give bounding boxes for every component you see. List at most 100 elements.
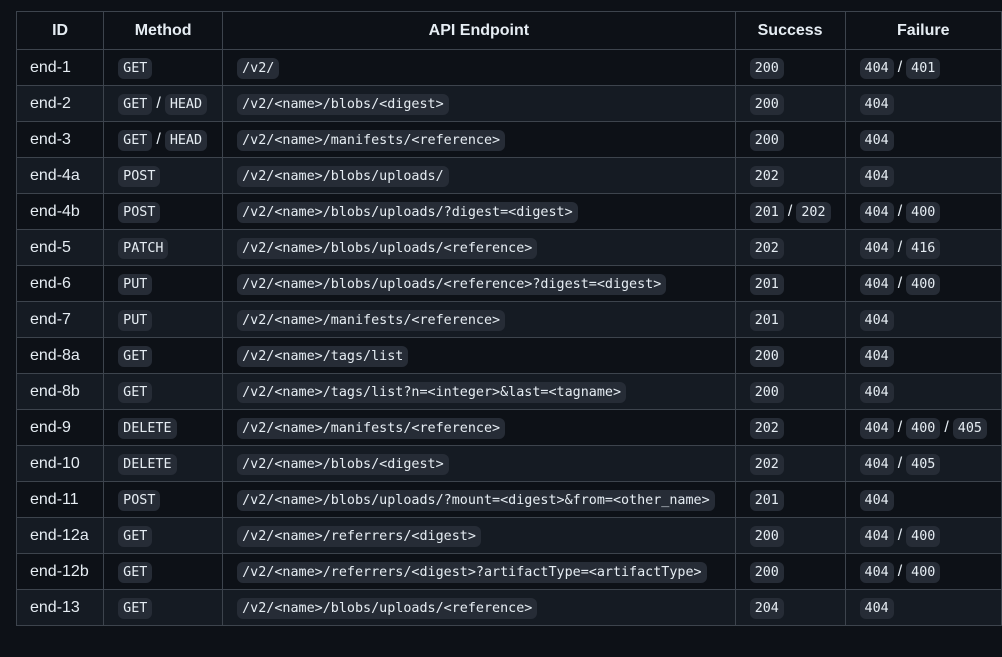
endpoint-id: end-5 (15, 229, 105, 266)
success-cell: 200 (734, 49, 846, 86)
endpoint-path: /v2/ (237, 57, 280, 79)
endpoint-path: /v2/<name>/blobs/uploads/?digest=<digest… (237, 201, 578, 223)
endpoint-table-container: ID Method API Endpoint Success Failure e… (15, 11, 1002, 626)
failure-cell: 404 (844, 481, 1002, 518)
failure-cell: 404/401 (844, 49, 1002, 86)
endpoint-cell: /v2/ (222, 49, 736, 86)
separator: / (897, 418, 903, 436)
failure-code: 404 (859, 525, 894, 547)
method-cell: POST (103, 193, 224, 230)
failure-code: 400 (906, 273, 941, 295)
endpoint-id: end-4b (15, 193, 105, 230)
table-row: end-2 GET / HEAD/v2/<name>/blobs/<digest> 20… (15, 85, 1002, 122)
failure-code: 416 (906, 237, 941, 259)
endpoint-id: end-7 (15, 301, 105, 338)
header-api-endpoint: API Endpoint (222, 11, 736, 50)
failure-code: 404 (859, 489, 894, 511)
method-code: GET (118, 345, 153, 367)
header-success: Success (734, 11, 846, 50)
endpoint-table: ID Method API Endpoint Success Failure e… (15, 11, 1002, 626)
endpoint-cell: /v2/<name>/tags/list?n=<integer>&last=<t… (222, 373, 736, 410)
success-cell: 200 (734, 553, 846, 590)
method-code: GET (118, 597, 153, 619)
failure-cell: 404 (844, 373, 1002, 410)
method-cell: GET / HEAD (103, 121, 224, 158)
success-code: 200 (749, 561, 784, 583)
success-cell: 204 (734, 589, 846, 626)
table-row: end-10 DELETE/v2/<name>/blobs/<digest> 202… (15, 445, 1002, 482)
endpoint-cell: /v2/<name>/blobs/<digest> (222, 445, 736, 482)
failure-code: 404 (859, 345, 894, 367)
endpoint-path: /v2/<name>/blobs/uploads/<reference> (237, 597, 538, 619)
success-code: 201 (749, 489, 784, 511)
failure-cell: 404 (844, 157, 1002, 194)
failure-cell: 404/400 (844, 517, 1002, 554)
method-code: GET (118, 129, 153, 151)
endpoint-id: end-8a (15, 337, 105, 374)
table-row: end-8a GET/v2/<name>/tags/list 200 404 (15, 337, 1002, 374)
failure-code: 404 (859, 201, 894, 223)
success-cell: 200 (734, 517, 846, 554)
failure-code: 400 (906, 525, 941, 547)
success-code: 202 (796, 201, 831, 223)
method-cell: GET / HEAD (103, 85, 224, 122)
endpoint-id: end-1 (15, 49, 105, 86)
success-cell: 201/202 (734, 193, 846, 230)
table-row: end-1 GET/v2/200 404/401 (15, 49, 1002, 86)
endpoint-cell: /v2/<name>/referrers/<digest> (222, 517, 736, 554)
method-cell: DELETE (103, 445, 224, 482)
success-cell: 201 (734, 481, 846, 518)
failure-cell: 404 (844, 85, 1002, 122)
method-code: GET (118, 381, 153, 403)
table-row: end-6 PUT/v2/<name>/blobs/uploads/<refere… (15, 265, 1002, 302)
endpoint-cell: /v2/<name>/blobs/<digest> (222, 85, 736, 122)
success-code: 201 (749, 201, 784, 223)
failure-code: 404 (859, 129, 894, 151)
table-body: end-1 GET/v2/200 404/401 end-2 GET / HEAD/v2/<… (15, 49, 1002, 626)
separator: / (897, 562, 903, 580)
method-code: GET (118, 93, 153, 115)
table-row: end-4b POST/v2/<name>/blobs/uploads/?dige… (15, 193, 1002, 230)
failure-code: 400 (906, 417, 941, 439)
success-code: 201 (749, 273, 784, 295)
success-code: 200 (749, 57, 784, 79)
success-cell: 200 (734, 121, 846, 158)
table-row: end-7 PUT/v2/<name>/manifests/<reference>… (15, 301, 1002, 338)
method-code: HEAD (164, 93, 208, 115)
success-code: 202 (749, 165, 784, 187)
method-code: HEAD (164, 129, 208, 151)
success-cell: 202 (734, 229, 846, 266)
separator: / (897, 526, 903, 544)
failure-cell: 404/416 (844, 229, 1002, 266)
endpoint-path: /v2/<name>/blobs/uploads/ (237, 165, 449, 187)
method-cell: GET (103, 337, 224, 374)
method-code: GET (118, 57, 153, 79)
endpoint-cell: /v2/<name>/blobs/uploads/?digest=<digest… (222, 193, 736, 230)
method-cell: GET (103, 517, 224, 554)
method-cell: GET (103, 373, 224, 410)
failure-code: 404 (859, 237, 894, 259)
header-method: Method (103, 11, 224, 50)
header-failure: Failure (844, 11, 1002, 50)
method-code: PATCH (118, 237, 169, 259)
success-cell: 200 (734, 85, 846, 122)
success-cell: 200 (734, 337, 846, 374)
table-row: end-13 GET/v2/<name>/blobs/uploads/<refer… (15, 589, 1002, 626)
success-code: 201 (749, 309, 784, 331)
endpoint-path: /v2/<name>/blobs/<digest> (237, 453, 449, 475)
failure-cell: 404/400 (844, 265, 1002, 302)
endpoint-cell: /v2/<name>/manifests/<reference> (222, 121, 736, 158)
failure-cell: 404 (844, 337, 1002, 374)
failure-cell: 404 (844, 121, 1002, 158)
endpoint-cell: /v2/<name>/blobs/uploads/<reference> (222, 589, 736, 626)
method-cell: POST (103, 157, 224, 194)
failure-cell: 404/400/405 (844, 409, 1002, 446)
method-cell: GET (103, 49, 224, 86)
endpoint-path: /v2/<name>/referrers/<digest> (237, 525, 481, 547)
method-code: DELETE (118, 453, 177, 475)
success-code: 200 (749, 93, 784, 115)
endpoint-cell: /v2/<name>/blobs/uploads/?mount=<digest>… (222, 481, 736, 518)
failure-code: 401 (906, 57, 941, 79)
table-header: ID Method API Endpoint Success Failure (15, 11, 1002, 50)
failure-code: 404 (859, 597, 894, 619)
